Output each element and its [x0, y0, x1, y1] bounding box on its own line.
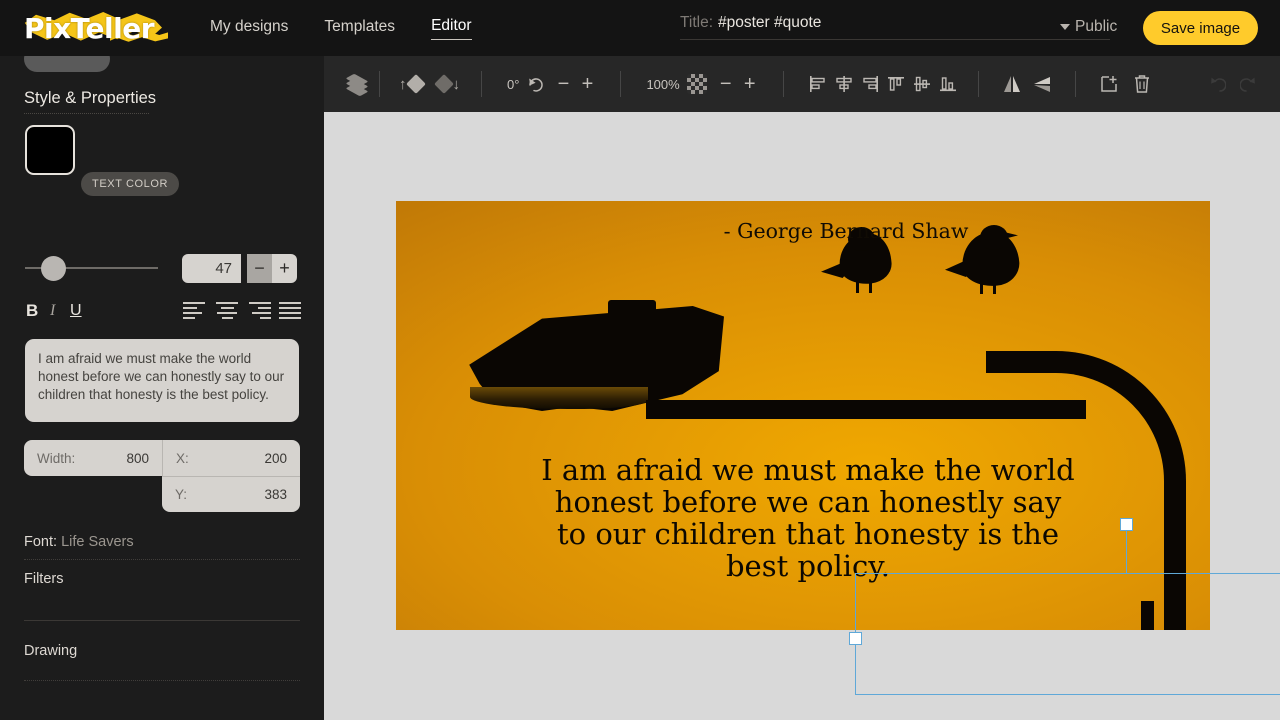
title-underline — [680, 39, 1110, 40]
toolbar-divider-3 — [620, 71, 622, 97]
main-nav-links: My designs Templates Editor — [210, 16, 472, 40]
align-left-icon[interactable] — [183, 302, 205, 320]
duplicate-icon[interactable] — [1097, 72, 1121, 96]
width-field[interactable]: Width: 800 — [24, 440, 162, 476]
toolbar-divider-4 — [782, 71, 784, 97]
streetlamp-pole-foot-shape — [1141, 601, 1154, 630]
title-input[interactable] — [718, 14, 1110, 32]
undo-redo-group — [1204, 74, 1262, 96]
design-title-line: Title: — [680, 14, 1110, 32]
canvas-workspace[interactable]: - George Bernard Shaw I am afraid we mus… — [324, 112, 1280, 720]
align-top-edge-icon[interactable] — [885, 73, 907, 95]
delete-icon[interactable] — [1131, 72, 1153, 96]
underline-button[interactable]: U — [70, 300, 82, 322]
collapsed-panel-pill[interactable] — [24, 56, 110, 72]
y-position-field[interactable]: Y: 383 — [162, 476, 300, 512]
align-bottom-edge-icon[interactable] — [937, 73, 959, 95]
drawing-section-divider — [24, 680, 300, 681]
poster-quote-text[interactable]: I am afraid we must make the world hones… — [536, 454, 1080, 582]
italic-button[interactable]: I — [50, 300, 55, 322]
align-left-edge-icon[interactable] — [807, 73, 829, 95]
rotation-value[interactable]: 0° — [507, 77, 519, 92]
align-right-icon[interactable] — [249, 302, 271, 320]
font-size-increase-button[interactable]: + — [272, 254, 297, 283]
bird-silhouette-right-leg-a — [980, 279, 983, 294]
align-horizontal-center-icon[interactable] — [833, 73, 855, 95]
selection-rotate-stem — [1126, 530, 1127, 573]
sidebar-item-font[interactable]: Font: Life Savers — [24, 534, 300, 550]
panel-title: Style & Properties — [24, 89, 157, 107]
toolbar-divider-5 — [977, 71, 979, 97]
visibility-label: Public — [1075, 18, 1118, 35]
selection-handle-left[interactable] — [849, 632, 862, 645]
flip-horizontal-icon[interactable] — [1000, 73, 1024, 95]
x-value: 200 — [264, 450, 287, 466]
pixteller-logo[interactable]: PixTeller — [18, 0, 168, 56]
x-position-field[interactable]: X: 200 — [162, 440, 300, 476]
align-justify-icon[interactable] — [279, 302, 301, 320]
streetlamp-glass-shape — [470, 387, 648, 409]
bold-button[interactable]: B — [26, 300, 38, 322]
text-content-input[interactable] — [25, 339, 299, 422]
nav-link-my-designs[interactable]: My designs — [210, 17, 288, 40]
font-size-decrease-button[interactable]: − — [247, 254, 272, 283]
design-title-area: Title: — [680, 14, 1110, 40]
bird-silhouette-left-leg-b — [869, 277, 872, 293]
bring-forward-icon[interactable]: ↑ — [399, 74, 426, 94]
text-color-chip[interactable]: TEXT COLOR — [81, 172, 180, 196]
font-value: Life Savers — [61, 534, 134, 550]
undo-icon[interactable] — [1204, 74, 1226, 96]
top-navigation-bar: PixTeller My designs Templates Editor Ti… — [0, 0, 1280, 56]
toolbar-divider — [379, 71, 380, 97]
opacity-value[interactable]: 100% — [646, 77, 679, 92]
opacity-checker-icon[interactable] — [686, 74, 707, 94]
bird-silhouette-left-leg-a — [856, 277, 859, 293]
align-right-edge-icon[interactable] — [859, 73, 881, 95]
width-label: Width: — [37, 450, 76, 466]
chevron-down-icon — [1060, 24, 1070, 30]
bird-silhouette-right-leg-b — [993, 279, 996, 294]
streetlamp-notch-shape — [608, 300, 656, 314]
nav-link-templates[interactable]: Templates — [324, 17, 395, 40]
redo-icon[interactable] — [1240, 74, 1262, 96]
poster-author-text[interactable]: - George Bernard Shaw — [636, 219, 1056, 243]
rotation-decrease-button[interactable]: − — [551, 74, 575, 94]
panel-title-divider — [24, 113, 149, 114]
align-vertical-center-icon[interactable] — [911, 73, 933, 95]
title-label: Title: — [680, 14, 714, 31]
font-size-value[interactable]: 47 — [182, 254, 241, 283]
poster-canvas[interactable]: - George Bernard Shaw I am afraid we mus… — [396, 201, 1210, 630]
x-label: X: — [176, 450, 189, 466]
sidebar-item-drawing[interactable]: Drawing — [24, 643, 300, 659]
y-value: 383 — [264, 487, 287, 502]
layers-icon[interactable] — [344, 72, 370, 97]
send-backward-icon[interactable]: ↓ — [433, 74, 460, 94]
align-center-icon[interactable] — [216, 302, 238, 320]
width-value: 800 — [126, 450, 149, 466]
selection-handle-top[interactable] — [1120, 518, 1133, 531]
style-properties-sidebar: Style & Properties TEXT COLOR 47 − + B I… — [0, 56, 324, 720]
text-color-swatch[interactable] — [25, 125, 75, 175]
nav-link-editor[interactable]: Editor — [431, 16, 472, 40]
opacity-increase-button[interactable]: + — [738, 74, 762, 94]
toolbar-divider-6 — [1074, 71, 1076, 97]
filters-section-divider — [24, 620, 300, 621]
logo-text: PixTeller — [24, 11, 155, 45]
font-section-divider — [24, 559, 300, 560]
opacity-decrease-button[interactable]: − — [714, 74, 738, 94]
flip-vertical-icon[interactable] — [1030, 73, 1054, 95]
rotation-increase-button[interactable]: + — [575, 74, 599, 94]
font-label: Font: — [24, 534, 58, 550]
font-size-slider-handle[interactable] — [41, 256, 66, 281]
save-image-button[interactable]: Save image — [1143, 11, 1258, 45]
y-label: Y: — [175, 487, 188, 502]
visibility-dropdown[interactable]: Public — [1060, 18, 1117, 36]
toolbar-divider-2 — [481, 71, 482, 97]
editor-toolbar: ↑ ↓ 0° − + 100% − + — [324, 56, 1280, 112]
rotate-icon[interactable] — [525, 74, 545, 94]
sidebar-item-filters[interactable]: Filters — [24, 571, 300, 587]
